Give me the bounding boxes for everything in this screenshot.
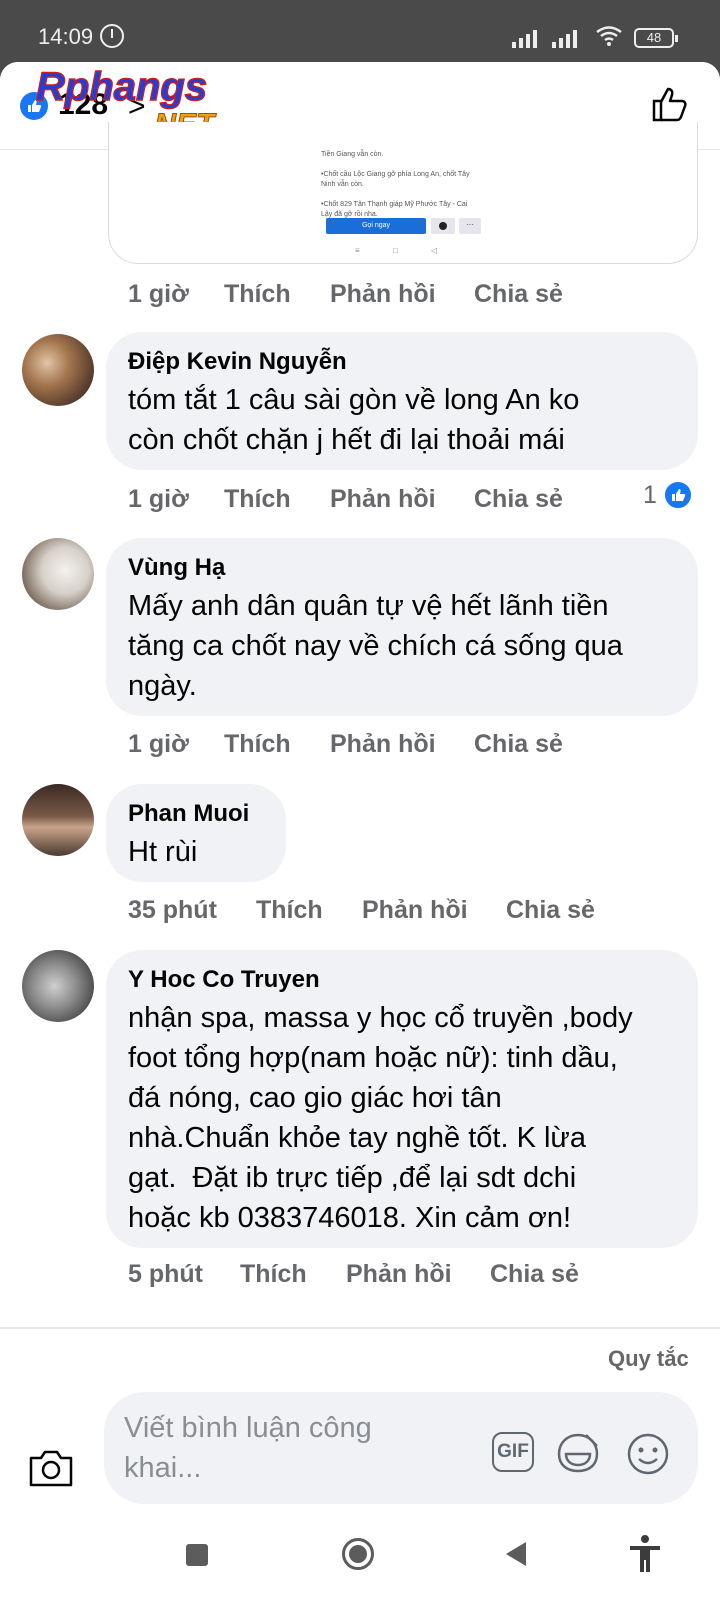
share-button[interactable]: Chia sẻ xyxy=(474,280,563,309)
home-icon[interactable] xyxy=(342,1538,374,1570)
preview-line: Ninh vẫn còn. xyxy=(321,181,364,188)
emoji-icon[interactable] xyxy=(626,1432,670,1476)
comment-text: nhận spa, massa y học cổ truyền ,body fo… xyxy=(128,1002,633,1234)
comment-text: Ht rùi xyxy=(128,836,198,868)
like-button[interactable]: Thích xyxy=(224,730,291,759)
accessibility-icon[interactable] xyxy=(628,1534,662,1574)
shared-post-preview[interactable]: Tiền Giang vẫn còn. •Chốt cầu Lộc Giang … xyxy=(108,122,698,264)
preview-home-icon: □ xyxy=(393,246,398,255)
gif-icon[interactable]: GIF xyxy=(492,1432,534,1472)
preview-line: •Chốt cầu Lộc Giang gỡ phía Long An, chố… xyxy=(321,171,470,178)
recents-icon[interactable] xyxy=(186,1544,208,1566)
signal-icon xyxy=(512,30,537,48)
share-button[interactable]: Chia sẻ xyxy=(474,485,563,514)
rules-link[interactable]: Quy tắc xyxy=(608,1346,689,1372)
reply-button[interactable]: Phản hồi xyxy=(330,730,436,759)
reply-button[interactable]: Phản hồi xyxy=(346,1260,452,1289)
avatar[interactable] xyxy=(22,538,94,610)
preview-line: •Chốt 829 Tân Thạnh giáp Mỹ Phước Tây - … xyxy=(321,201,468,208)
avatar[interactable] xyxy=(22,784,94,856)
divider xyxy=(0,1327,720,1329)
comment-bubble: Phan Muoi Ht rùi xyxy=(106,784,286,882)
timestamp: 35 phút xyxy=(128,896,217,924)
comment-author[interactable]: Phan Muoi xyxy=(128,800,249,828)
signal-icon xyxy=(552,30,577,48)
comment-placeholder[interactable]: Viết bình luận công khai... xyxy=(124,1408,424,1488)
comment-author[interactable]: Điệp Kevin Nguyễn xyxy=(128,348,347,376)
comment-text: tóm tắt 1 câu sài gòn về long An ko còn … xyxy=(128,384,580,456)
comment-text: Mấy anh dân quân tự vệ hết lãnh tiền tăn… xyxy=(128,590,623,702)
like-outline-icon[interactable] xyxy=(650,84,690,124)
preview-menu-icon: ≡ xyxy=(355,246,360,255)
avatar[interactable] xyxy=(22,334,94,406)
timestamp: 1 giờ xyxy=(128,730,189,758)
comments-sheet: 128 > Rphangs .NET Tiền Giang vẫn còn. •… xyxy=(0,62,720,1600)
preview-back-icon: ◁ xyxy=(431,246,438,255)
comment-author[interactable]: Vùng Hạ xyxy=(128,554,225,582)
reply-button[interactable]: Phản hồi xyxy=(330,280,436,309)
comment-bubble: Điệp Kevin Nguyễn tóm tắt 1 câu sài gòn … xyxy=(106,332,698,470)
comment-input[interactable]: Viết bình luận công khai... GIF xyxy=(104,1392,698,1504)
share-button[interactable]: Chia sẻ xyxy=(490,1260,579,1289)
reply-button[interactable]: Phản hồi xyxy=(362,896,468,925)
camera-icon[interactable] xyxy=(28,1448,74,1488)
comment-bubble: Vùng Hạ Mấy anh dân quân tự vệ hết lãnh … xyxy=(106,538,698,716)
timestamp: 5 phút xyxy=(128,1260,203,1288)
like-button[interactable]: Thích xyxy=(224,280,291,309)
reaction-count: 1 xyxy=(643,480,657,509)
alarm-icon xyxy=(100,24,124,48)
timestamp: 1 giờ xyxy=(128,280,189,308)
like-button[interactable]: Thích xyxy=(240,1260,307,1289)
comment-author[interactable]: Y Hoc Co Truyen xyxy=(128,966,320,994)
like-button[interactable]: Thích xyxy=(224,485,291,514)
battery-icon: 48 xyxy=(634,28,678,48)
messenger-icon[interactable] xyxy=(431,218,455,234)
status-time: 14:09 xyxy=(38,24,94,49)
back-icon[interactable] xyxy=(506,1542,526,1566)
timestamp: 1 giờ xyxy=(128,485,189,513)
reply-button[interactable]: Phản hồi xyxy=(330,485,436,514)
preview-line: Tiền Giang vẫn còn. xyxy=(321,151,384,158)
svg-text:Rphangs: Rphangs xyxy=(36,65,207,109)
share-button[interactable]: Chia sẻ xyxy=(474,730,563,759)
wifi-icon xyxy=(596,26,622,46)
share-button[interactable]: Chia sẻ xyxy=(506,896,595,925)
more-button[interactable]: ··· xyxy=(459,218,481,234)
system-nav-bar xyxy=(0,1514,720,1600)
sticker-icon[interactable] xyxy=(556,1432,600,1474)
avatar[interactable] xyxy=(22,950,94,1022)
like-button[interactable]: Thích xyxy=(256,896,323,925)
status-bar: 14:09 48 xyxy=(0,0,720,62)
comment-reactions[interactable]: 1 xyxy=(643,480,693,510)
call-now-button[interactable]: Gọi ngay xyxy=(326,218,426,234)
comment-bubble: Y Hoc Co Truyen nhận spa, massa y học cổ… xyxy=(106,950,698,1248)
like-icon xyxy=(662,480,693,510)
